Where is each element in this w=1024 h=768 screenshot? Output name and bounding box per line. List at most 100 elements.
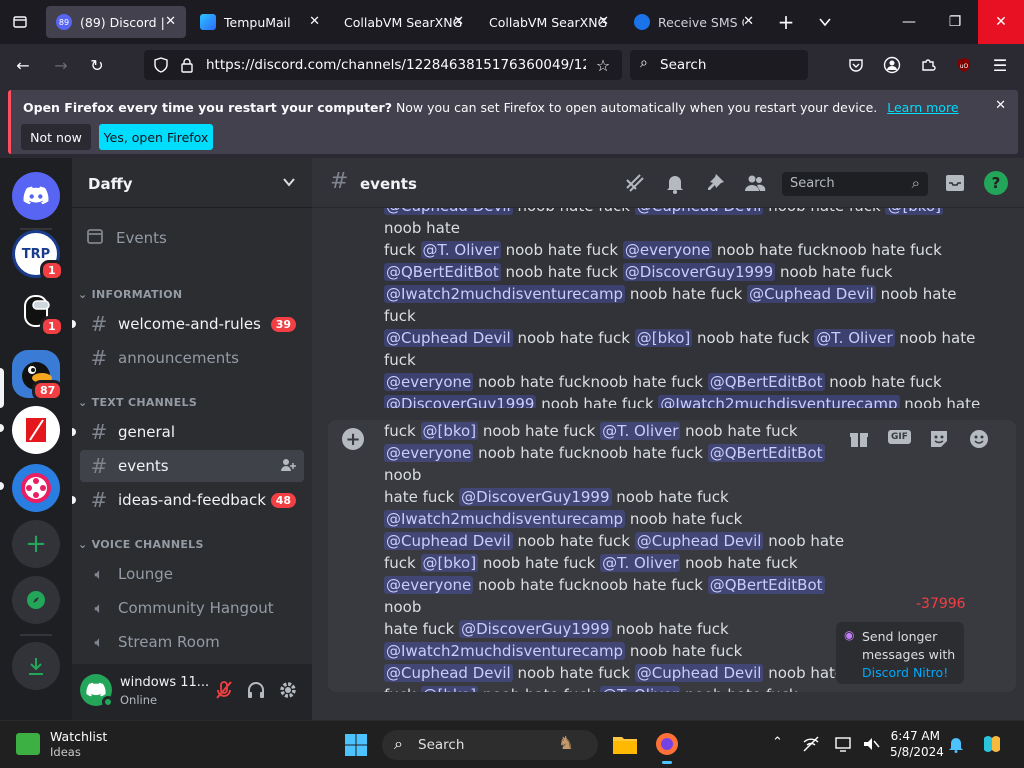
- close-icon[interactable]: ✕: [743, 14, 754, 29]
- channel-general[interactable]: # general: [72, 416, 304, 448]
- gif-button[interactable]: GIF: [888, 430, 911, 444]
- user-mention[interactable]: @Iwatch2muchdisventurecamp: [384, 510, 626, 528]
- attach-plus-icon[interactable]: +: [342, 428, 364, 450]
- user-mention[interactable]: @Iwatch2muchdisventurecamp: [658, 395, 900, 408]
- bookmark-star-icon[interactable]: ☆: [592, 54, 614, 76]
- notification-bell-icon[interactable]: [664, 172, 686, 198]
- avatar[interactable]: [80, 674, 114, 708]
- user-mention[interactable]: @everyone: [384, 444, 474, 462]
- explore-compass-icon[interactable]: [12, 576, 60, 624]
- notification-bell-icon[interactable]: [948, 735, 964, 757]
- reload-icon[interactable]: ↻: [86, 54, 108, 76]
- close-icon[interactable]: ✕: [598, 14, 609, 29]
- user-mention[interactable]: @[bko]: [634, 329, 693, 347]
- help-question-icon[interactable]: ?: [984, 171, 1008, 195]
- channel-ideas-and-feedback[interactable]: # ideas-and-feedback 48: [72, 484, 304, 516]
- voice-channel-lounge[interactable]: 🔈︎ Lounge: [80, 558, 304, 590]
- browser-search-field[interactable]: ⌕ Search: [630, 50, 808, 80]
- watchlist-widget-icon[interactable]: [16, 733, 40, 755]
- close-icon[interactable]: ✕: [995, 98, 1006, 113]
- pin-icon[interactable]: [704, 172, 726, 198]
- account-icon[interactable]: [881, 54, 903, 76]
- channel-events[interactable]: # events: [80, 450, 304, 482]
- user-mention[interactable]: @everyone: [622, 241, 713, 259]
- user-mention[interactable]: @QBertEditBot: [707, 444, 825, 462]
- tab-tempumail[interactable]: TempuMail ✕: [190, 6, 330, 38]
- add-server-plus-icon[interactable]: +: [12, 520, 60, 568]
- chevron-up-icon[interactable]: ⌃: [772, 735, 783, 750]
- not-now-button[interactable]: Not now: [21, 124, 91, 150]
- close-icon[interactable]: ✕: [309, 14, 320, 29]
- user-mention[interactable]: @T. Oliver: [814, 329, 895, 347]
- user-mention[interactable]: @Cuphead Devil: [384, 208, 513, 215]
- pocket-icon[interactable]: [845, 54, 867, 76]
- headphones-icon[interactable]: [246, 680, 266, 704]
- server-red-logo[interactable]: [12, 406, 60, 454]
- user-mention[interactable]: @everyone: [384, 576, 474, 594]
- user-mention[interactable]: @DiscoverGuy1999: [459, 620, 612, 638]
- tab-collabvm-searxng-2[interactable]: CollabVM SearXNG ✕: [479, 6, 619, 38]
- server-header[interactable]: Daffy: [72, 158, 312, 208]
- minimize-button[interactable]: —: [886, 0, 932, 44]
- category-voice-channels[interactable]: ⌄ VOICE CHANNELS: [78, 538, 204, 551]
- category-information[interactable]: ⌄ INFORMATION: [78, 288, 182, 301]
- ublock-origin-icon[interactable]: uO: [953, 54, 975, 76]
- learn-more-link[interactable]: Learn more: [887, 100, 958, 115]
- close-icon[interactable]: ✕: [453, 14, 464, 29]
- tab-discord[interactable]: 89 (89) Discord | #e ✕: [46, 6, 186, 38]
- url-bar[interactable]: https://discord.com/channels/12284638151…: [144, 50, 622, 80]
- settings-gear-icon[interactable]: [278, 680, 298, 704]
- voice-channel-stream-room[interactable]: 🔈︎ Stream Room: [80, 626, 304, 658]
- mute-microphone-icon[interactable]: [214, 680, 234, 704]
- user-mention[interactable]: @Cuphead Devil: [384, 532, 513, 550]
- user-mention[interactable]: @Cuphead Devil: [634, 208, 764, 215]
- firefox-taskbar-icon[interactable]: [654, 731, 680, 764]
- user-mention[interactable]: @QBertEditBot: [707, 576, 825, 594]
- download-apps-icon[interactable]: [12, 642, 60, 690]
- username[interactable]: windows 11...: [120, 675, 209, 690]
- user-mention[interactable]: @Iwatch2muchdisventurecamp: [384, 285, 626, 303]
- user-mention[interactable]: @[bko]: [420, 554, 479, 572]
- message-input[interactable]: fuck @[bko] noob hate fuck @T. Oliver no…: [384, 420, 854, 692]
- shield-icon[interactable]: [150, 54, 172, 76]
- user-mention[interactable]: @Cuphead Devil: [634, 532, 764, 550]
- url-text[interactable]: https://discord.com/channels/12284638151…: [206, 57, 586, 73]
- user-mention[interactable]: @[bko]: [420, 422, 479, 440]
- threads-icon[interactable]: [624, 172, 646, 198]
- user-mention[interactable]: @T. Oliver: [600, 422, 681, 440]
- display-icon[interactable]: [834, 735, 852, 757]
- inbox-icon[interactable]: [944, 172, 966, 198]
- user-mention[interactable]: @DiscoverGuy1999: [459, 488, 612, 506]
- extensions-puzzle-icon[interactable]: [917, 54, 939, 76]
- member-list-icon[interactable]: [744, 172, 766, 198]
- invite-user-icon[interactable]: [280, 457, 296, 477]
- user-mention[interactable]: @Cuphead Devil: [384, 664, 513, 682]
- menu-hamburger-icon[interactable]: ☰: [989, 54, 1011, 76]
- user-mention[interactable]: @T. Oliver: [600, 554, 681, 572]
- category-text-channels[interactable]: ⌄ TEXT CHANNELS: [78, 396, 197, 409]
- back-arrow-icon[interactable]: ←: [12, 54, 34, 76]
- user-mention[interactable]: @QBertEditBot: [707, 373, 825, 391]
- user-mention[interactable]: @[bko]: [420, 686, 479, 692]
- clock[interactable]: 6:47 AM 5/8/2024: [890, 729, 944, 759]
- windows-start-icon[interactable]: [344, 733, 368, 761]
- volume-icon[interactable]: [862, 735, 880, 757]
- forward-arrow-icon[interactable]: →: [50, 54, 72, 76]
- channel-search-input[interactable]: Search ⌕: [782, 172, 928, 196]
- user-mention[interactable]: @everyone: [384, 373, 474, 391]
- chevron-down-icon[interactable]: [814, 11, 836, 33]
- voice-channel-community-hangout[interactable]: 🔈︎ Community Hangout: [80, 592, 304, 624]
- message-composer[interactable]: + fuck @[bko] noob hate fuck @T. Oliver …: [328, 420, 1016, 692]
- user-mention[interactable]: @[bko]: [885, 208, 943, 215]
- user-mention[interactable]: @T. Oliver: [600, 686, 681, 692]
- discord-home-button[interactable]: [12, 172, 60, 220]
- sticker-icon[interactable]: [928, 428, 950, 454]
- close-icon[interactable]: ✕: [165, 14, 176, 29]
- yes-open-firefox-button[interactable]: Yes, open Firefox: [99, 124, 213, 150]
- widget-title[interactable]: Watchlist: [50, 729, 107, 744]
- user-mention[interactable]: @DiscoverGuy1999: [384, 395, 537, 408]
- user-mention[interactable]: @DiscoverGuy1999: [622, 263, 776, 281]
- user-mention[interactable]: @T. Oliver: [420, 241, 501, 259]
- user-mention[interactable]: @QBertEditBot: [384, 263, 501, 281]
- events-item[interactable]: Events: [80, 222, 304, 254]
